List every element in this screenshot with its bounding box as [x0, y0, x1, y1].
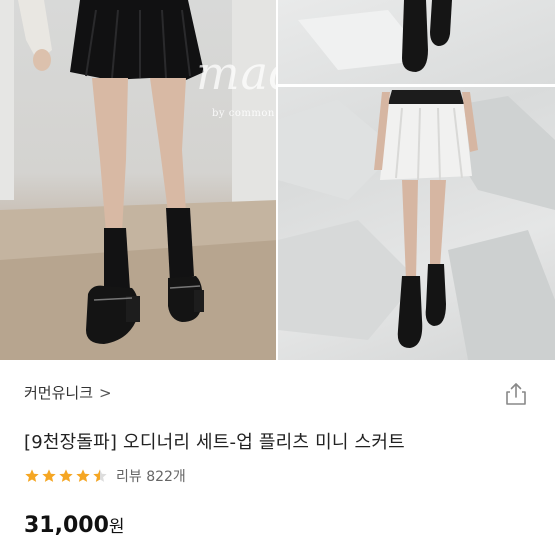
gallery-divider-horizontal — [278, 84, 555, 87]
chevron-right-icon: > — [99, 383, 112, 402]
price-value: 31,000 — [24, 513, 109, 538]
star-icon — [42, 469, 56, 482]
review-count-link[interactable]: 리뷰 822개 — [116, 466, 186, 486]
watermark-text: made — [196, 46, 278, 100]
product-info-panel: 커먼유니크 > [9천장돌파] 오디너리 세트-업 플리츠 미니 스커트 리뷰 … — [0, 360, 555, 555]
product-price: 31,000원 — [24, 512, 125, 538]
product-title: [9천장돌파] 오디너리 세트-업 플리츠 미니 스커트 — [24, 432, 405, 453]
star-icon — [76, 469, 90, 482]
price-unit: 원 — [108, 517, 125, 537]
product-photo-white-skirt[interactable] — [278, 0, 555, 360]
product-image-gallery[interactable]: made by common unique — [0, 0, 555, 360]
photo-white-skirt-illustration — [278, 0, 555, 360]
product-photo-black-skirt[interactable]: made by common unique — [0, 0, 278, 360]
brand-link[interactable]: 커먼유니크 > — [24, 382, 112, 403]
rating-row[interactable]: 리뷰 822개 — [24, 466, 186, 486]
watermark-subtext: by common unique — [212, 108, 278, 119]
share-icon[interactable] — [505, 382, 527, 406]
star-icon — [59, 469, 73, 482]
star-half-icon — [93, 469, 107, 482]
brand-name[interactable]: 커먼유니크 — [24, 382, 93, 403]
gallery-divider-vertical — [276, 0, 278, 360]
star-icon — [25, 469, 39, 482]
star-rating — [24, 468, 108, 484]
